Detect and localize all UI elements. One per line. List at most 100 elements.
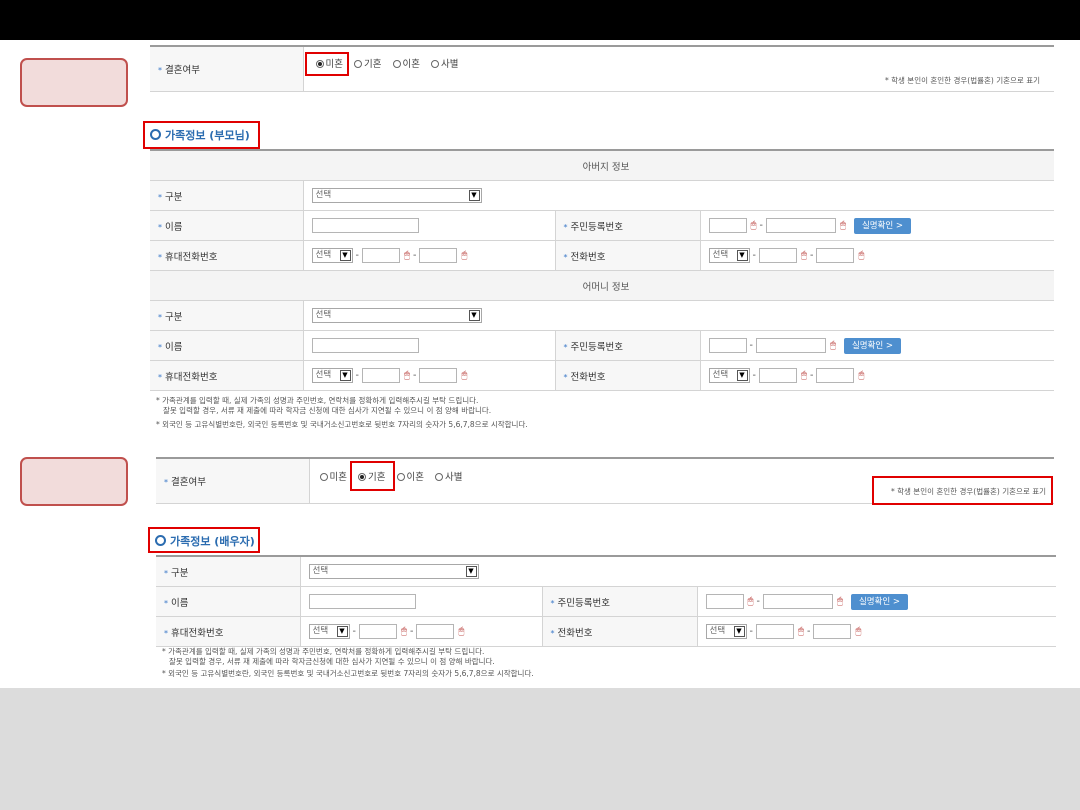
- mouse-pointer-icon: 🖱: [403, 370, 410, 381]
- spouse-relation-select[interactable]: 선택 ▼: [308, 564, 479, 579]
- mother-resident-label: 주민등록번호: [570, 341, 623, 353]
- marriage-table-1: * 결혼여부 미혼 기혼 이혼 사별 * 학생 본인이 혼인한 경우(법률혼) 기…: [150, 45, 1054, 92]
- chevron-down-icon[interactable]: ▼: [339, 250, 351, 261]
- spouse-phone-label: 전화번호: [557, 627, 593, 639]
- father-mobile-prefix-select[interactable]: 선택 ▼: [311, 248, 353, 263]
- mother-relation-select[interactable]: 선택 ▼: [311, 308, 482, 323]
- spouse-phone-prefix-select[interactable]: 선택 ▼: [705, 624, 747, 639]
- radio-icon[interactable]: [319, 473, 328, 481]
- father-name-label: 이름: [165, 221, 183, 233]
- father-verify-button[interactable]: 실명확인 >: [853, 217, 912, 234]
- radio-widowed[interactable]: 사별: [431, 56, 459, 70]
- radio-icon[interactable]: [435, 473, 444, 481]
- spouse-mobile-prefix-select[interactable]: 선택 ▼: [308, 624, 350, 639]
- mouse-pointer-icon: 🖱: [461, 250, 468, 261]
- parents-note-1: * 가족관계를 입력할 때, 실제 가족의 성명과 주민번호, 연락처를 정확하…: [156, 396, 479, 405]
- father-header: 아버지 정보: [150, 150, 1055, 181]
- father-phone-label: 전화번호: [570, 251, 606, 263]
- marriage-options-cell: 미혼 기혼 이혼 사별 * 학생 본인이 혼인한 경우(법률혼) 기혼으로 표기: [303, 46, 1054, 92]
- mother-phone-prefix-select[interactable]: 선택 ▼: [708, 368, 750, 383]
- mouse-pointer-icon: 🖱: [403, 250, 410, 261]
- spouse-note-2: 잘못 입력할 경우, 서류 재 제출에 따라 학자금신청에 대한 심사가 지연될…: [169, 657, 495, 666]
- mother-mobile-last-input[interactable]: [419, 368, 458, 383]
- mouse-pointer-icon: 🖱: [836, 596, 843, 607]
- chevron-down-icon[interactable]: ▼: [736, 370, 748, 381]
- highlight-box-single: [305, 52, 349, 76]
- chevron-down-icon[interactable]: ▼: [736, 250, 748, 261]
- radio-divorced-2[interactable]: 이혼: [396, 469, 424, 483]
- radio-icon[interactable]: [396, 473, 405, 481]
- father-name-input[interactable]: [311, 218, 419, 233]
- mother-relation-label: 구분: [165, 311, 183, 323]
- radio-widowed-2[interactable]: 사별: [435, 469, 463, 483]
- mouse-pointer-icon: 🖱: [750, 220, 757, 231]
- chevron-down-icon[interactable]: ▼: [733, 626, 745, 637]
- mouse-pointer-icon: 🖱: [839, 220, 846, 231]
- spouse-mobile-label: 휴대전화번호: [171, 627, 224, 639]
- radio-married[interactable]: 기혼: [354, 56, 382, 70]
- mouse-pointer-icon: 🖱: [797, 626, 804, 637]
- callout-box-1: [20, 58, 128, 107]
- mouse-pointer-icon: 🖱: [829, 340, 836, 351]
- father-phone-mid-input[interactable]: [758, 248, 797, 263]
- mother-name-label: 이름: [165, 341, 183, 353]
- father-relation-label: 구분: [165, 191, 183, 203]
- radio-single-2[interactable]: 미혼: [319, 469, 347, 483]
- spouse-resident-front-input[interactable]: [705, 594, 744, 609]
- mother-name-input[interactable]: [311, 338, 419, 353]
- father-phone-last-input[interactable]: [816, 248, 855, 263]
- chevron-down-icon[interactable]: ▼: [465, 566, 477, 577]
- spouse-name-label: 이름: [171, 597, 189, 609]
- spouse-verify-button[interactable]: 실명확인 >: [850, 593, 909, 610]
- mother-resident-back-input[interactable]: [755, 338, 826, 353]
- spouse-mobile-mid-input[interactable]: [358, 624, 397, 639]
- marriage-label-2: 결혼여부: [171, 477, 206, 488]
- mouse-pointer-icon: 🖱: [400, 626, 407, 637]
- radio-icon[interactable]: [354, 60, 363, 68]
- parents-table: 아버지 정보 * 구분 선택 ▼ * 이름 * 주민등록번호 🖱 - 🖱 실명확인 > * 휴대…: [150, 149, 1055, 391]
- mouse-pointer-icon: 🖱: [800, 250, 807, 261]
- father-phone-prefix-select[interactable]: 선택 ▼: [708, 248, 750, 263]
- mother-mobile-mid-input[interactable]: [361, 368, 400, 383]
- spouse-phone-last-input[interactable]: [813, 624, 852, 639]
- parents-note-2: 잘못 입력할 경우, 서류 재 제출에 따라 학자금 신청에 대한 심사가 지연…: [163, 406, 492, 415]
- spouse-notes: * 가족관계를 입력할 때, 실제 가족의 성명과 주민번호, 연락처를 정확하…: [162, 647, 534, 679]
- mouse-pointer-icon: 🖱: [461, 370, 468, 381]
- father-resident-back-input[interactable]: [765, 218, 836, 233]
- mouse-pointer-icon: 🖱: [858, 250, 865, 261]
- mother-verify-button[interactable]: 실명확인 >: [843, 337, 902, 354]
- mouse-pointer-icon: 🖱: [458, 626, 465, 637]
- parents-notes: * 가족관계를 입력할 때, 실제 가족의 성명과 주민번호, 연락처를 정확하…: [156, 396, 528, 430]
- mother-mobile-prefix-select[interactable]: 선택 ▼: [311, 368, 353, 383]
- marriage-label-cell: * 결혼여부: [150, 46, 304, 92]
- radio-icon[interactable]: [392, 60, 401, 68]
- spouse-phone-mid-input[interactable]: [755, 624, 794, 639]
- spouse-table: * 구분 선택 ▼ * 이름 * 주민등록번호 🖱 - 🖱 실명확인 > * 휴대전화번호 선택…: [156, 555, 1056, 647]
- father-relation-select[interactable]: 선택 ▼: [311, 188, 482, 203]
- father-resident-front-input[interactable]: [708, 218, 747, 233]
- highlight-box-parents-title: [143, 121, 260, 149]
- mother-resident-front-input[interactable]: [708, 338, 747, 353]
- mother-phone-last-input[interactable]: [816, 368, 855, 383]
- radio-icon[interactable]: [431, 60, 440, 68]
- chevron-down-icon[interactable]: ▼: [339, 370, 351, 381]
- mother-header: 어머니 정보: [150, 270, 1055, 301]
- spouse-name-input[interactable]: [308, 594, 416, 609]
- highlight-box-note: [872, 476, 1053, 505]
- spouse-resident-back-input[interactable]: [762, 594, 833, 609]
- marriage-label: 결혼여부: [165, 65, 200, 76]
- slide-top-bar: [0, 0, 1080, 40]
- mother-phone-mid-input[interactable]: [758, 368, 797, 383]
- chevron-down-icon[interactable]: ▼: [468, 310, 480, 321]
- chevron-down-icon[interactable]: ▼: [468, 190, 480, 201]
- spouse-mobile-last-input[interactable]: [416, 624, 455, 639]
- mouse-pointer-icon: 🖱: [800, 370, 807, 381]
- mouse-pointer-icon: 🖱: [855, 626, 862, 637]
- father-mobile-mid-input[interactable]: [361, 248, 400, 263]
- spouse-note-3: * 외국인 등 고유식별번호란, 외국인 등록번호 및 국내거소신고번호로 뒷번…: [162, 669, 534, 678]
- father-mobile-last-input[interactable]: [419, 248, 458, 263]
- radio-divorced[interactable]: 이혼: [392, 56, 420, 70]
- marriage-radio-group-2[interactable]: 미혼 기혼 이혼 사별: [319, 469, 471, 483]
- father-mobile-label: 휴대전화번호: [165, 251, 218, 263]
- chevron-down-icon[interactable]: ▼: [336, 626, 348, 637]
